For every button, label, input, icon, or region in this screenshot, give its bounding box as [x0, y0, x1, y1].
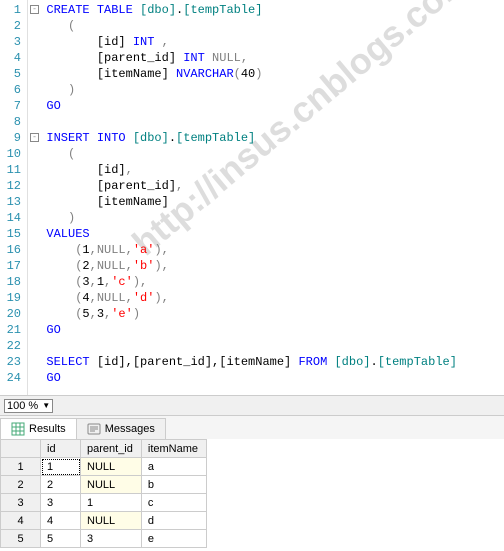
results-grid[interactable]: id parent_id itemName 11NULLa22NULLb331c… — [0, 439, 504, 548]
col-header-id[interactable]: id — [41, 440, 81, 458]
code-area[interactable]: http://insus.cnblogs.com - CREATE TABLE … — [28, 0, 504, 395]
cell-parent-id[interactable]: 3 — [81, 530, 142, 548]
col-header-itemname[interactable]: itemName — [141, 440, 206, 458]
table-row[interactable]: 553e — [1, 530, 207, 548]
grid-corner — [1, 440, 41, 458]
grid-icon — [11, 422, 25, 436]
result-tabs: Results Messages — [0, 415, 504, 439]
cell-id[interactable]: 2 — [41, 476, 81, 494]
zoom-select[interactable]: 100 % ▼ — [4, 399, 53, 413]
cell-itemname[interactable]: b — [141, 476, 206, 494]
line-number: 1 — [2, 2, 21, 18]
line-number: 24 — [2, 370, 21, 386]
line-number: 18 — [2, 274, 21, 290]
zoom-value: 100 % — [7, 400, 38, 412]
line-number: 10 — [2, 146, 21, 162]
cell-itemname[interactable]: a — [141, 458, 206, 476]
fold-icon[interactable]: - — [30, 5, 39, 14]
col-header-parent-id[interactable]: parent_id — [81, 440, 142, 458]
cell-parent-id[interactable]: 1 — [81, 494, 142, 512]
fold-icon[interactable]: - — [30, 133, 39, 142]
line-number: 6 — [2, 82, 21, 98]
cell-itemname[interactable]: e — [141, 530, 206, 548]
row-header[interactable]: 4 — [1, 512, 41, 530]
line-number: 20 — [2, 306, 21, 322]
line-number: 16 — [2, 242, 21, 258]
cell-parent-id[interactable]: NULL — [81, 458, 142, 476]
line-gutter: 123456789101112131415161718192021222324 — [0, 0, 28, 395]
table-row[interactable]: 22NULLb — [1, 476, 207, 494]
line-number: 17 — [2, 258, 21, 274]
line-number: 14 — [2, 210, 21, 226]
table-row[interactable]: 331c — [1, 494, 207, 512]
row-header[interactable]: 3 — [1, 494, 41, 512]
messages-icon — [87, 422, 101, 436]
line-number: 13 — [2, 194, 21, 210]
line-number: 3 — [2, 34, 21, 50]
line-number: 8 — [2, 114, 21, 130]
line-number: 15 — [2, 226, 21, 242]
sql-editor[interactable]: 123456789101112131415161718192021222324 … — [0, 0, 504, 395]
cell-itemname[interactable]: c — [141, 494, 206, 512]
line-number: 5 — [2, 66, 21, 82]
line-number: 21 — [2, 322, 21, 338]
cell-itemname[interactable]: d — [141, 512, 206, 530]
cell-parent-id[interactable]: NULL — [81, 476, 142, 494]
line-number: 4 — [2, 50, 21, 66]
table-row[interactable]: 11NULLa — [1, 458, 207, 476]
tab-label: Results — [29, 423, 66, 435]
row-header[interactable]: 1 — [1, 458, 41, 476]
line-number: 2 — [2, 18, 21, 34]
cell-id[interactable]: 3 — [41, 494, 81, 512]
line-number: 9 — [2, 130, 21, 146]
table-row[interactable]: 44NULLd — [1, 512, 207, 530]
cell-id[interactable]: 5 — [41, 530, 81, 548]
tab-messages[interactable]: Messages — [76, 418, 166, 439]
cell-id[interactable]: 1 — [41, 458, 81, 476]
cell-id[interactable]: 4 — [41, 512, 81, 530]
row-header[interactable]: 2 — [1, 476, 41, 494]
line-number: 23 — [2, 354, 21, 370]
tab-label: Messages — [105, 423, 155, 435]
tab-results[interactable]: Results — [0, 418, 77, 439]
line-number: 19 — [2, 290, 21, 306]
line-number: 11 — [2, 162, 21, 178]
cell-parent-id[interactable]: NULL — [81, 512, 142, 530]
line-number: 12 — [2, 178, 21, 194]
chevron-down-icon: ▼ — [42, 401, 50, 410]
line-number: 7 — [2, 98, 21, 114]
zoom-bar: 100 % ▼ — [0, 395, 504, 415]
row-header[interactable]: 5 — [1, 530, 41, 548]
line-number: 22 — [2, 338, 21, 354]
